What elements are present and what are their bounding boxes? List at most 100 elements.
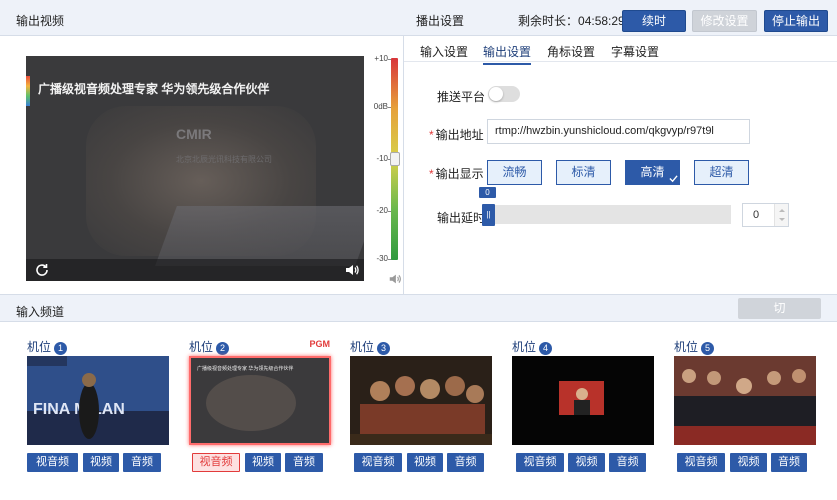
camera-thumbnail[interactable]: 广播级视音频处理专家 华为领先级合作伙伴 bbox=[189, 356, 331, 445]
camera-label: 机位 4 bbox=[512, 338, 553, 355]
camera-5-scene bbox=[674, 356, 816, 445]
meter-tick: 0dB bbox=[373, 102, 388, 111]
quality-uhd-button[interactable]: 超清 bbox=[694, 160, 749, 185]
spinner-arrows-icon bbox=[779, 209, 785, 221]
delay-slider-tooltip: 0 bbox=[479, 187, 496, 198]
camera-2-scene: 广播级视音频处理专家 华为领先级合作伙伴 bbox=[191, 358, 329, 443]
camera-label-text: 机位 bbox=[189, 340, 214, 354]
remaining-label: 剩余时长： bbox=[518, 14, 579, 28]
video-preview[interactable]: 广播级视音频处理专家 华为领先级合作伙伴 CMIR 北京北辰光讯科技有限公司 bbox=[26, 56, 364, 281]
video-button[interactable]: 视频 bbox=[407, 453, 443, 472]
quality-sd-button[interactable]: 标清 bbox=[556, 160, 611, 185]
tab-input-settings[interactable]: 输入设置 bbox=[420, 43, 468, 60]
volume-knob[interactable] bbox=[390, 152, 400, 166]
panel-divider bbox=[403, 36, 404, 294]
push-platform-toggle[interactable] bbox=[488, 86, 520, 102]
camera-number: 5 bbox=[701, 342, 715, 355]
quality-hd-label: 高清 bbox=[640, 165, 665, 179]
video-button[interactable]: 视频 bbox=[730, 453, 767, 472]
input-channel-header: 输入频道 切换 bbox=[0, 294, 837, 336]
camera-3-scene bbox=[350, 356, 492, 445]
camera-number: 4 bbox=[539, 342, 553, 355]
camera-label: 机位 1 bbox=[27, 338, 68, 355]
audio-button[interactable]: 音频 bbox=[285, 453, 323, 472]
preview-controls bbox=[26, 259, 364, 281]
check-icon bbox=[669, 175, 678, 183]
delay-number-input[interactable]: 0 bbox=[742, 203, 789, 227]
speaker-icon[interactable] bbox=[344, 262, 360, 278]
preview-caption: 广播级视音频处理专家 华为领先级合作伙伴 bbox=[38, 82, 270, 96]
output-display-label: * 输出显示 bbox=[429, 165, 484, 182]
refresh-icon[interactable] bbox=[34, 262, 50, 278]
camera-thumbnail[interactable]: FINA MILAN bbox=[27, 356, 169, 445]
tab-logo-settings[interactable]: 角标设置 bbox=[547, 43, 595, 60]
camera-number: 1 bbox=[54, 342, 68, 355]
av-button[interactable]: 视音频 bbox=[677, 453, 725, 472]
camera-number: 3 bbox=[377, 342, 391, 355]
delay-number-value: 0 bbox=[753, 209, 760, 221]
camera-label-text: 机位 bbox=[512, 340, 537, 354]
preview-watermark-sub: 北京北辰光讯科技有限公司 bbox=[176, 155, 272, 164]
camera-label-text: 机位 bbox=[350, 340, 375, 354]
av-button[interactable]: 视音频 bbox=[27, 453, 78, 472]
broadcast-settings-title: 播出设置 bbox=[416, 14, 465, 28]
modify-settings-button: 修改设置 bbox=[692, 10, 757, 32]
delay-slider-track[interactable] bbox=[487, 205, 731, 224]
required-mark: * bbox=[429, 167, 434, 181]
video-button[interactable]: 视频 bbox=[245, 453, 281, 472]
toggle-knob bbox=[489, 87, 503, 101]
av-button[interactable]: 视音频 bbox=[516, 453, 564, 472]
output-address-text: 输出地址 bbox=[435, 128, 484, 142]
camera-thumbnail[interactable] bbox=[512, 356, 654, 445]
audio-button[interactable]: 音频 bbox=[609, 453, 646, 472]
output-header: 输出视频 播出设置 剩余时长：04:58:29 续时 修改设置 停止输出 bbox=[0, 0, 837, 36]
camera-label-text: 机位 bbox=[674, 340, 699, 354]
delay-spinner[interactable] bbox=[774, 204, 788, 226]
camera-4-scene bbox=[512, 356, 654, 445]
quality-smooth-button[interactable]: 流畅 bbox=[487, 160, 542, 185]
renew-button[interactable]: 续时 bbox=[622, 10, 686, 32]
tab-subtitle-settings[interactable]: 字幕设置 bbox=[611, 43, 659, 60]
meter-tick: +10 bbox=[374, 54, 388, 63]
camera-1-scene: FINA MILAN bbox=[27, 356, 169, 445]
preview-watermark-logo: CMIR bbox=[176, 126, 212, 142]
color-strip bbox=[26, 76, 30, 106]
switch-button: 切换 bbox=[738, 298, 821, 336]
stop-output-button[interactable]: 停止输出 bbox=[764, 10, 828, 32]
meter-tick: -10 bbox=[376, 154, 388, 163]
audio-button[interactable]: 音频 bbox=[771, 453, 807, 472]
av-button[interactable]: 视音频 bbox=[354, 453, 402, 472]
camera-thumbnail[interactable] bbox=[674, 356, 816, 445]
audio-level-meter: +10 0dB -10 -20 -30 bbox=[366, 54, 406, 286]
push-platform-label: 推送平台 bbox=[437, 90, 486, 104]
camera-label: 机位 5 bbox=[674, 338, 715, 355]
video-button[interactable]: 视频 bbox=[83, 453, 119, 472]
camera-number: 2 bbox=[216, 342, 230, 355]
settings-tabs: 输入设置 输出设置 角标设置 字幕设置 bbox=[404, 36, 837, 65]
quality-hd-button[interactable]: 高清 bbox=[625, 160, 680, 185]
av-button[interactable]: 视音频 bbox=[192, 453, 240, 472]
camera-label-text: 机位 bbox=[27, 340, 52, 354]
audio-button[interactable]: 音频 bbox=[123, 453, 161, 472]
tab-output-settings[interactable]: 输出设置 bbox=[483, 43, 532, 65]
preview-scene-keyboard bbox=[155, 206, 364, 266]
output-video-title: 输出视频 bbox=[16, 14, 65, 28]
volume-icon[interactable] bbox=[388, 272, 402, 286]
output-display-text: 输出显示 bbox=[435, 167, 484, 181]
pgm-badge: PGM bbox=[309, 339, 330, 349]
video-button[interactable]: 视频 bbox=[568, 453, 605, 472]
camera-thumbnail[interactable] bbox=[350, 356, 492, 445]
remaining-time: 04:58:29 bbox=[578, 14, 625, 28]
output-address-input[interactable]: rtmp://hwzbin.yunshicloud.com/qkgvyp/r97… bbox=[487, 119, 750, 144]
required-mark: * bbox=[429, 128, 434, 142]
delay-slider-handle[interactable]: || bbox=[482, 204, 495, 226]
input-channel-title: 输入频道 bbox=[16, 305, 65, 319]
remaining-duration: 剩余时长：04:58:29 bbox=[518, 12, 625, 29]
meter-tick: -20 bbox=[376, 206, 388, 215]
meter-tick: -30 bbox=[376, 254, 388, 263]
output-delay-label: 输出延时 bbox=[437, 211, 486, 225]
audio-button[interactable]: 音频 bbox=[447, 453, 484, 472]
camera-2-caption: 广播级视音频处理专家 华为领先级合作伙伴 bbox=[197, 365, 293, 372]
svg-text:FINA MILAN: FINA MILAN bbox=[33, 401, 125, 418]
output-address-label: * 输出地址 bbox=[429, 126, 484, 143]
